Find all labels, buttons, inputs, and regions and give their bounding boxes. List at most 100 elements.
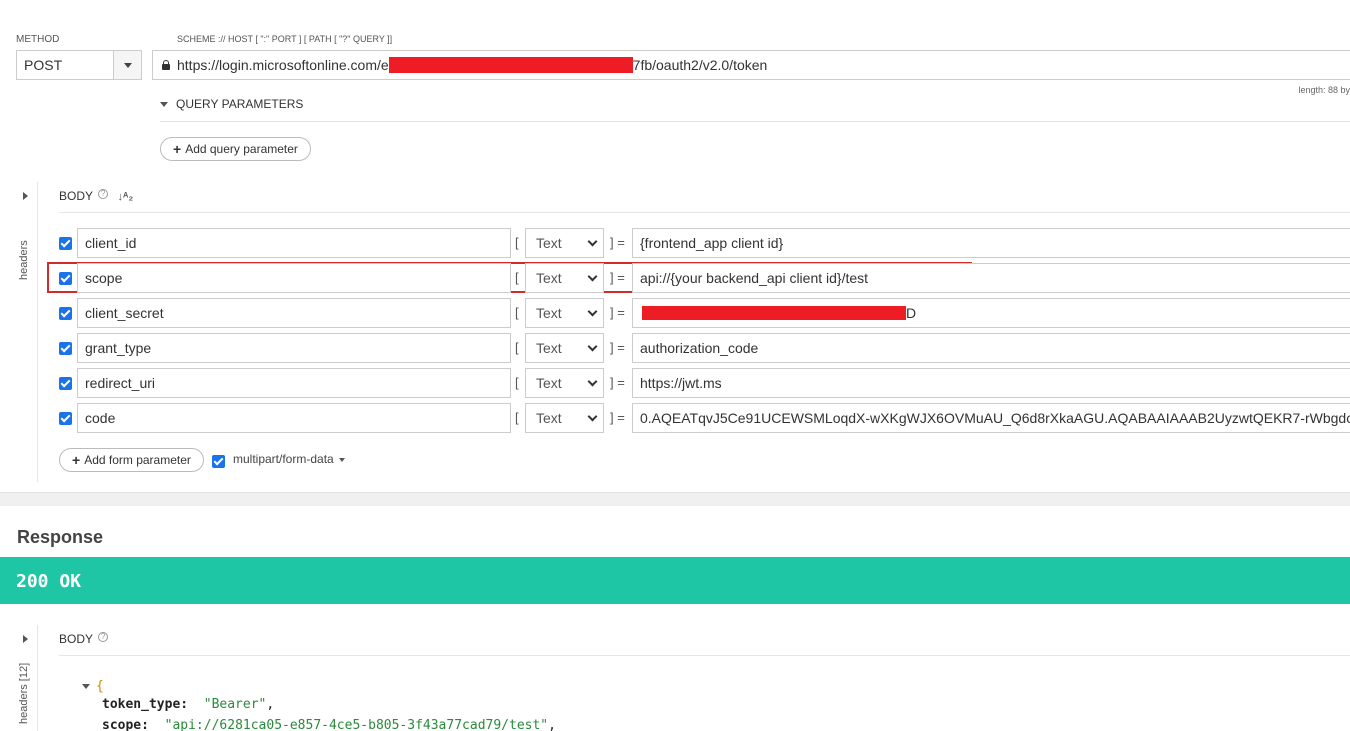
url-label: SCHEME :// HOST [ ":" PORT ] [ PATH [ "?… — [177, 34, 393, 44]
param-value-input[interactable]: api://{your backend_api client id}/test — [632, 263, 1350, 293]
multipart-checkbox[interactable] — [212, 455, 225, 468]
json-line: token_type: "Bearer", — [102, 697, 274, 712]
param-key-input[interactable]: redirect_uri — [77, 368, 511, 398]
caret-down-icon — [338, 457, 345, 462]
response-title: Response — [17, 527, 104, 547]
param-value-text: D — [906, 305, 917, 321]
form-param-row: scope [ Text ] = api://{your backend_api… — [0, 263, 1350, 293]
param-enabled-checkbox[interactable] — [59, 377, 72, 390]
query-parameters-toggle[interactable]: QUERY PARAMETERS — [160, 97, 303, 111]
plus-icon: + — [173, 141, 182, 157]
param-enabled-checkbox[interactable] — [59, 307, 72, 320]
param-type-value: Text — [536, 235, 562, 251]
lock-icon — [161, 60, 171, 71]
body-title: BODY — [59, 189, 93, 203]
divider — [59, 212, 1350, 213]
status-text: 200 OK — [16, 571, 82, 592]
response-headers-side-label[interactable]: headers [12] — [18, 663, 30, 724]
param-key-input[interactable]: client_id — [77, 228, 511, 258]
param-type-select[interactable]: Text — [525, 263, 604, 293]
param-type-value: Text — [536, 305, 562, 321]
form-param-row: client_id [ Text ] = {frontend_app clien… — [0, 228, 1350, 258]
param-value-input[interactable]: authorization_code — [632, 333, 1350, 363]
param-type-select[interactable]: Text — [525, 368, 604, 398]
query-parameters-label: QUERY PARAMETERS — [176, 97, 304, 111]
json-punct: , — [548, 718, 556, 731]
close-bracket-equals: ] = — [610, 305, 625, 320]
json-value: "Bearer" — [203, 697, 267, 712]
chevron-down-icon — [587, 341, 598, 352]
json-key: scope: — [102, 718, 149, 731]
param-key-input[interactable]: scope — [77, 263, 511, 293]
param-type-select[interactable]: Text — [525, 333, 604, 363]
param-enabled-checkbox[interactable] — [59, 342, 72, 355]
param-type-value: Text — [536, 375, 562, 391]
form-param-row: code [ Text ] = 0.AQEATqvJ5Ce91UCEWSMLoq… — [0, 403, 1350, 433]
help-icon[interactable]: ? — [98, 189, 109, 199]
open-bracket: [ — [515, 340, 519, 355]
method-dropdown-button[interactable] — [113, 51, 141, 79]
json-key: token_type: — [102, 697, 189, 712]
sort-icon[interactable]: ↓ᴬ₂ — [117, 191, 133, 203]
response-body-title: BODY — [59, 632, 93, 646]
method-label: METHOD — [16, 34, 60, 45]
param-enabled-checkbox[interactable] — [59, 412, 72, 425]
form-param-row: client_secret [ Text ] = D — [0, 298, 1350, 328]
chevron-down-icon — [587, 306, 598, 317]
method-value: POST — [24, 57, 63, 73]
headers-expand-icon[interactable] — [23, 192, 28, 200]
param-enabled-checkbox[interactable] — [59, 272, 72, 285]
param-type-select[interactable]: Text — [525, 403, 604, 433]
plus-icon: + — [72, 452, 81, 468]
param-type-select[interactable]: Text — [525, 228, 604, 258]
close-bracket-equals: ] = — [610, 375, 625, 390]
url-input[interactable]: https://login.microsoftonline.com/e 7fb/o… — [152, 50, 1350, 80]
add-form-parameter-label: Add form parameter — [84, 453, 191, 467]
response-headers-expand-icon[interactable] — [23, 635, 28, 643]
chevron-down-icon — [587, 376, 598, 387]
add-query-parameter-button[interactable]: + Add query parameter — [160, 137, 311, 161]
secret-redaction — [642, 306, 906, 321]
open-bracket: [ — [515, 375, 519, 390]
caret-down-icon — [124, 63, 132, 68]
param-key-input[interactable]: code — [77, 403, 511, 433]
divider — [160, 121, 1350, 122]
param-enabled-checkbox[interactable] — [59, 237, 72, 250]
close-bracket-equals: ] = — [610, 270, 625, 285]
add-form-parameter-button[interactable]: + Add form parameter — [59, 448, 204, 472]
status-bar: 200 OK — [0, 557, 1350, 604]
param-value-input[interactable]: {frontend_app client id} — [632, 228, 1350, 258]
method-select[interactable]: POST — [16, 50, 142, 80]
param-key-input[interactable]: grant_type — [77, 333, 511, 363]
param-type-value: Text — [536, 340, 562, 356]
param-type-value: Text — [536, 270, 562, 286]
encoding-label: multipart/form-data — [233, 452, 334, 466]
body-section-title: BODY ? ↓ᴬ₂ — [59, 189, 133, 203]
param-value-input[interactable]: 0.AQEATqvJ5Ce91UCEWSMLoqdX-wXKgWJX6OVMuA… — [632, 403, 1350, 433]
param-type-select[interactable]: Text — [525, 298, 604, 328]
open-bracket: [ — [515, 270, 519, 285]
close-bracket-equals: ] = — [610, 340, 625, 355]
json-punct: , — [266, 697, 275, 712]
json-root-toggle[interactable]: { — [82, 679, 104, 694]
json-value: "api://6281ca05-e857-4ce5-b805-3f43a77ca… — [164, 718, 549, 731]
form-param-row: grant_type [ Text ] = authorization_code — [0, 333, 1350, 363]
chevron-down-icon — [587, 271, 598, 282]
param-value-input[interactable]: D — [632, 298, 1350, 328]
section-separator — [0, 492, 1350, 506]
side-divider — [37, 182, 38, 482]
divider — [59, 655, 1350, 656]
expand-down-icon — [160, 102, 168, 108]
param-value-input[interactable]: https://jwt.ms — [632, 368, 1350, 398]
open-bracket: [ — [515, 305, 519, 320]
help-icon[interactable]: ? — [98, 632, 109, 642]
url-length: length: 88 by — [1298, 85, 1350, 95]
url-redaction — [388, 56, 633, 73]
encoding-dropdown[interactable]: multipart/form-data — [233, 452, 345, 466]
add-query-parameter-label: Add query parameter — [185, 142, 298, 156]
url-prefix: https://login.microsoftonline.com/e — [177, 57, 389, 73]
close-bracket-equals: ] = — [610, 235, 625, 250]
url-suffix: 7fb/oauth2/v2.0/token — [632, 57, 768, 73]
open-bracket: [ — [515, 235, 519, 250]
param-key-input[interactable]: client_secret — [77, 298, 511, 328]
